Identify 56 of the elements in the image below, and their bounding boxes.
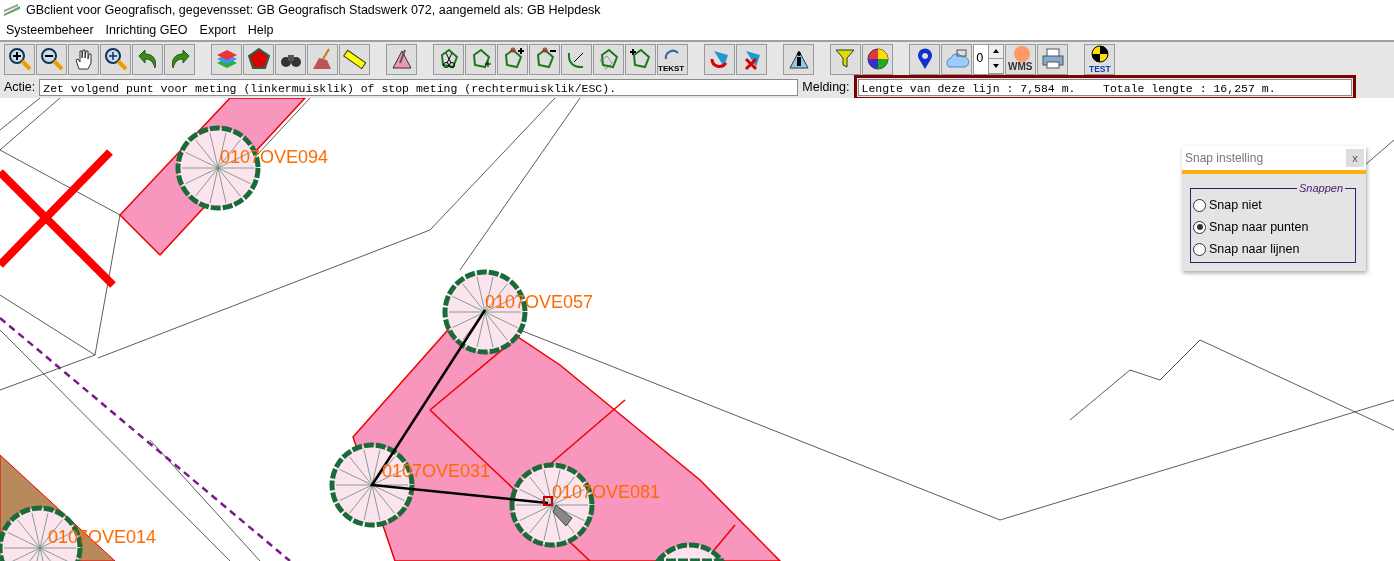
toolbar-button[interactable] xyxy=(36,43,67,75)
map-label: 0107OVE057 xyxy=(485,292,594,312)
radio-button[interactable] xyxy=(1193,198,1206,212)
filter-icon xyxy=(833,47,858,71)
snap-option[interactable]: Snap niet xyxy=(1193,194,1355,216)
menu-item[interactable]: Help xyxy=(241,23,280,37)
palette-icon xyxy=(865,47,890,71)
snap-option[interactable]: Snap naar punten xyxy=(1193,216,1355,238)
tree-symbol xyxy=(655,542,725,561)
ruler-icon xyxy=(342,47,367,71)
cloud-camera-icon xyxy=(944,47,969,71)
zoom-out-icon xyxy=(39,47,64,71)
map-label: 0107OVE031 xyxy=(382,461,491,481)
menu-item[interactable]: Systeembeheer xyxy=(0,23,100,37)
radio-button[interactable] xyxy=(1193,220,1206,234)
toolbar-button[interactable] xyxy=(433,43,464,75)
map-label: 0107OVE094 xyxy=(220,147,329,167)
number-spinner[interactable]: 0 xyxy=(973,43,1004,75)
measure-icon xyxy=(389,47,414,71)
zoom-in-icon xyxy=(7,47,32,71)
message-label: Melding: xyxy=(802,80,850,94)
toolbar-button[interactable] xyxy=(783,43,814,75)
close-button[interactable]: x xyxy=(1346,149,1364,167)
toolbar-button[interactable] xyxy=(243,43,274,75)
merge-shape-icon xyxy=(628,47,653,71)
toolbar-button[interactable] xyxy=(339,43,370,75)
toolbar-button[interactable] xyxy=(386,43,417,75)
menu-item[interactable]: Inrichting GEO xyxy=(99,23,194,37)
toolbar-button[interactable] xyxy=(275,43,306,75)
toolbar-button[interactable] xyxy=(68,43,99,75)
toolbar-button[interactable] xyxy=(909,43,940,75)
up-arrow-icon xyxy=(993,49,999,54)
dialog-title: Snap instelling xyxy=(1185,151,1264,165)
toolbar-button[interactable] xyxy=(497,43,528,75)
action-label: Actie: xyxy=(4,80,36,94)
toolbar-button[interactable] xyxy=(4,43,35,75)
action-field: Zet volgend punt voor meting (linkermuisklik) of stop meting (rechtermuisklik/ESC). xyxy=(39,78,799,96)
cursor-icon xyxy=(552,504,573,527)
group-title: Snappen xyxy=(1297,182,1344,194)
zoom-extent-icon xyxy=(103,47,128,71)
toolbar-button[interactable]: TEKST xyxy=(657,43,688,75)
app-logo-icon xyxy=(4,4,20,16)
toolbar-button[interactable]: TEST xyxy=(1084,43,1115,75)
map-label: 0107OVE081 xyxy=(552,482,661,502)
menu-item[interactable]: Export xyxy=(193,23,242,37)
radio-button[interactable] xyxy=(1193,242,1206,256)
printer-icon xyxy=(1040,47,1065,71)
window-title: GBclient voor Geografisch, gegevensset: GB Geografisch Stadswerk 072, aangemeld als: GB Helpdesk xyxy=(26,3,601,17)
message-field: Lengte van deze lijn : 7,584 m. Totale lengte : 16,257 m. xyxy=(857,78,1352,96)
polygon-icon xyxy=(246,47,271,71)
boundary-line xyxy=(1364,139,1394,166)
snap-option[interactable]: Snap naar lijnen xyxy=(1193,238,1355,260)
toolbar-button[interactable] xyxy=(862,43,893,75)
toolbar-button[interactable] xyxy=(100,43,131,75)
snap-point-marker xyxy=(543,496,553,506)
down-arrow-icon xyxy=(993,63,999,68)
